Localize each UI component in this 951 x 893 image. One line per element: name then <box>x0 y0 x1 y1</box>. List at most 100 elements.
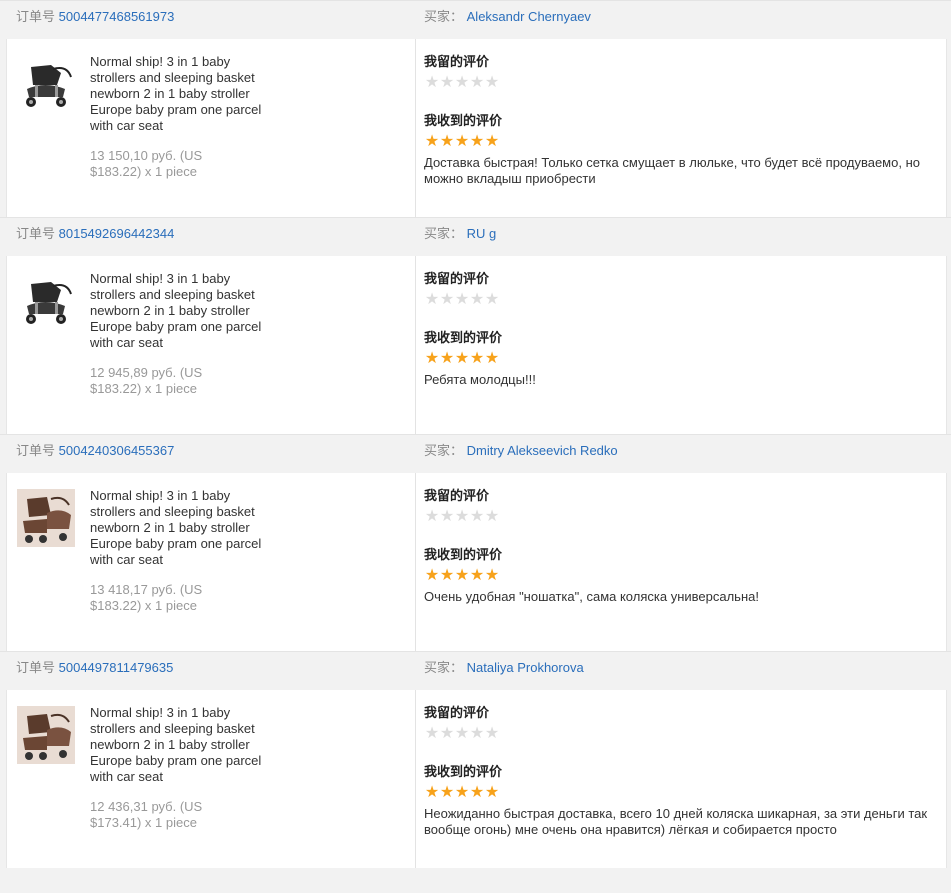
star-empty-icon: ★ <box>454 74 469 91</box>
order-list: 订单号 5004477468561973 买家： Aleksandr Chern… <box>0 0 951 868</box>
product-name[interactable]: Normal ship! 3 in 1 baby strollers and s… <box>90 488 262 568</box>
received-rating-stars: ★ ★ ★ ★ ★ <box>424 568 938 584</box>
product-image[interactable] <box>17 706 75 764</box>
star-filled-icon: ★ <box>439 133 454 150</box>
my-review-label: 我留的评价 <box>424 271 490 286</box>
order-number-link[interactable]: 5004477468561973 <box>59 9 175 24</box>
price-line-2: $183.22) x 1 piece <box>90 598 197 613</box>
star-empty-icon: ★ <box>439 291 454 308</box>
received-review-text: Очень удобная "ношатка", сама коляска ун… <box>424 589 759 604</box>
order-number-label: 订单号 <box>16 443 56 458</box>
order-card: 订单号 5004497811479635 买家： Nataliya Prokho… <box>0 651 951 868</box>
my-review-label: 我留的评价 <box>424 488 490 503</box>
star-empty-icon: ★ <box>439 508 454 525</box>
price-line-2: $183.22) x 1 piece <box>90 381 197 396</box>
price-line-1: 12 945,89 руб. (US <box>90 365 203 380</box>
product-price: 12 945,89 руб. (US $183.22) x 1 piece <box>90 365 262 397</box>
review-panel: 我留的评价 ★ ★ ★ ★ ★ 我收到的评价 ★ ★ ★ ★ ★ Неожиданно быст… <box>424 705 938 838</box>
received-rating-stars: ★ ★ ★ ★ ★ <box>424 785 938 801</box>
received-review-text: Ребята молодцы!!! <box>424 372 536 387</box>
buyer-name-link[interactable]: Aleksandr Chernyaev <box>467 9 591 24</box>
star-empty-icon: ★ <box>424 74 439 91</box>
product-price: 12 436,31 руб. (US $173.41) x 1 piece <box>90 799 262 831</box>
order-header: 订单号 8015492696442344 买家： RU g <box>0 217 951 256</box>
order-card: 订单号 8015492696442344 买家： RU g Normal shi… <box>0 217 951 434</box>
order-card: 订单号 5004240306455367 买家： Dmitry Alekseev… <box>0 434 951 651</box>
order-header: 订单号 5004240306455367 买家： Dmitry Alekseev… <box>0 434 951 473</box>
price-line-1: 13 418,17 руб. (US <box>90 582 203 597</box>
order-number-label: 订单号 <box>16 9 56 24</box>
order-body: Normal ship! 3 in 1 baby strollers and s… <box>6 256 947 434</box>
product-image[interactable] <box>17 489 75 547</box>
star-filled-icon: ★ <box>454 567 469 584</box>
product-name[interactable]: Normal ship! 3 in 1 baby strollers and s… <box>90 705 262 785</box>
product-info: Normal ship! 3 in 1 baby strollers and s… <box>90 271 262 397</box>
order-number-row: 订单号 5004477468561973 <box>16 9 174 25</box>
order-header: 订单号 5004477468561973 买家： Aleksandr Chern… <box>0 0 951 39</box>
buyer-label: 买家： <box>424 9 464 24</box>
price-line-1: 12 436,31 руб. (US <box>90 799 203 814</box>
price-line-1: 13 150,10 руб. (US <box>90 148 203 163</box>
star-empty-icon: ★ <box>439 725 454 742</box>
order-number-link[interactable]: 5004240306455367 <box>59 443 175 458</box>
star-filled-icon: ★ <box>484 784 499 801</box>
order-number-link[interactable]: 5004497811479635 <box>59 660 174 675</box>
product-image[interactable] <box>17 55 75 113</box>
order-body: Normal ship! 3 in 1 baby strollers and s… <box>6 473 947 651</box>
star-empty-icon: ★ <box>469 291 484 308</box>
product-price: 13 418,17 руб. (US $183.22) x 1 piece <box>90 582 262 614</box>
star-filled-icon: ★ <box>469 567 484 584</box>
star-filled-icon: ★ <box>439 567 454 584</box>
star-empty-icon: ★ <box>439 74 454 91</box>
star-filled-icon: ★ <box>454 133 469 150</box>
star-filled-icon: ★ <box>484 133 499 150</box>
product-image[interactable] <box>17 272 75 330</box>
my-rating-stars: ★ ★ ★ ★ ★ <box>424 726 938 742</box>
product-info: Normal ship! 3 in 1 baby strollers and s… <box>90 488 262 614</box>
star-filled-icon: ★ <box>424 133 439 150</box>
review-panel: 我留的评价 ★ ★ ★ ★ ★ 我收到的评价 ★ ★ ★ ★ ★ Доставка быстра… <box>424 54 938 187</box>
buyer-row: 买家： RU g <box>424 226 496 242</box>
received-review-label: 我收到的评价 <box>424 547 503 562</box>
star-filled-icon: ★ <box>469 784 484 801</box>
star-filled-icon: ★ <box>439 784 454 801</box>
column-divider <box>415 473 416 651</box>
order-header: 订单号 5004497811479635 买家： Nataliya Prokho… <box>0 651 951 690</box>
order-number-row: 订单号 5004240306455367 <box>16 443 174 459</box>
star-empty-icon: ★ <box>469 725 484 742</box>
buyer-label: 买家： <box>424 443 464 458</box>
review-panel: 我留的评价 ★ ★ ★ ★ ★ 我收到的评价 ★ ★ ★ ★ ★ Очень удобная "… <box>424 488 938 605</box>
buyer-name-link[interactable]: Dmitry Alekseevich Redko <box>467 443 618 458</box>
product-price: 13 150,10 руб. (US $183.22) x 1 piece <box>90 148 262 180</box>
product-name[interactable]: Normal ship! 3 in 1 baby strollers and s… <box>90 271 262 351</box>
star-filled-icon: ★ <box>454 350 469 367</box>
received-review-label: 我收到的评价 <box>424 113 503 128</box>
star-empty-icon: ★ <box>469 508 484 525</box>
star-filled-icon: ★ <box>484 350 499 367</box>
star-empty-icon: ★ <box>484 74 499 91</box>
star-filled-icon: ★ <box>424 350 439 367</box>
received-rating-stars: ★ ★ ★ ★ ★ <box>424 134 938 150</box>
star-filled-icon: ★ <box>469 350 484 367</box>
order-body: Normal ship! 3 in 1 baby strollers and s… <box>6 39 947 217</box>
star-filled-icon: ★ <box>454 784 469 801</box>
star-empty-icon: ★ <box>484 508 499 525</box>
star-filled-icon: ★ <box>469 133 484 150</box>
star-empty-icon: ★ <box>454 291 469 308</box>
product-info: Normal ship! 3 in 1 baby strollers and s… <box>90 705 262 831</box>
star-empty-icon: ★ <box>454 508 469 525</box>
product-info: Normal ship! 3 in 1 baby strollers and s… <box>90 54 262 180</box>
buyer-row: 买家： Aleksandr Chernyaev <box>424 9 591 25</box>
star-empty-icon: ★ <box>424 725 439 742</box>
buyer-name-link[interactable]: Nataliya Prokhorova <box>467 660 584 675</box>
column-divider <box>415 39 416 217</box>
product-name[interactable]: Normal ship! 3 in 1 baby strollers and s… <box>90 54 262 134</box>
buyer-row: 买家： Nataliya Prokhorova <box>424 660 584 676</box>
buyer-name-link[interactable]: RU g <box>467 226 497 241</box>
price-line-2: $183.22) x 1 piece <box>90 164 197 179</box>
order-number-link[interactable]: 8015492696442344 <box>59 226 175 241</box>
star-empty-icon: ★ <box>469 74 484 91</box>
order-number-row: 订单号 5004497811479635 <box>16 660 173 676</box>
order-number-label: 订单号 <box>16 226 56 241</box>
order-number-label: 订单号 <box>16 660 56 675</box>
